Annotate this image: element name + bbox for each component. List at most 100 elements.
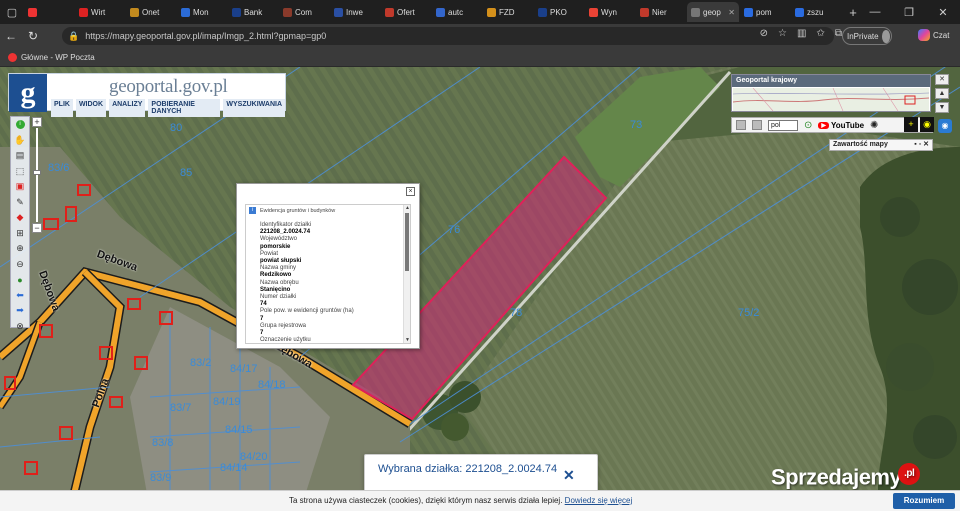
scroll-up-icon[interactable]: ▲ (404, 205, 410, 211)
inprivate-badge[interactable]: InPrivate (842, 27, 892, 45)
overview-map[interactable]: Geoportal krajowy (731, 74, 931, 112)
tab-label: Onet (142, 7, 160, 17)
menu-item[interactable]: ANALIZY (109, 99, 146, 117)
favorites-icon[interactable]: ✩ (816, 28, 824, 39)
tab-label: zszu (807, 7, 824, 17)
select-tool-icon[interactable]: ⬚ (11, 164, 29, 180)
print-area-icon[interactable]: ▣ (11, 179, 29, 195)
parcel-number-label: 83/7 (170, 402, 192, 414)
collections-icon[interactable]: ⧉ (835, 28, 842, 39)
browser-tab[interactable]: Bank (228, 2, 278, 22)
cookie-accept-button[interactable]: Rozumiem (893, 493, 955, 509)
scroll-thumb[interactable] (405, 213, 409, 271)
browser-tab[interactable]: zszu (791, 2, 841, 22)
layers-icon[interactable]: ▤ (11, 148, 29, 164)
toast-close-icon[interactable]: ✕ (563, 467, 575, 484)
tab-favicon-icon (691, 7, 700, 17)
browser-tab[interactable] (24, 2, 74, 22)
overview-collapse-icon[interactable]: ▼ (935, 102, 949, 113)
geoportal-logo-icon[interactable]: g (9, 74, 47, 112)
zoom-plus-button[interactable]: + (32, 117, 42, 127)
close-window-icon[interactable]: ✕ (926, 0, 960, 24)
browser-tab[interactable]: Inwe (330, 2, 380, 22)
print-icon[interactable] (736, 120, 746, 130)
bookmark-wp-poczta[interactable]: Główne - WP Poczta (21, 53, 95, 62)
browser-tab[interactable]: autc (432, 2, 482, 22)
zoom-track[interactable] (33, 128, 41, 222)
zoom-slider[interactable]: + − (32, 117, 42, 235)
scroll-down-icon[interactable]: ▼ (404, 337, 410, 343)
info-icon: i (249, 207, 256, 214)
pan-hand-icon[interactable]: ✋ (11, 133, 29, 149)
refresh-icon[interactable]: ↻ (22, 25, 44, 47)
panel-controls-icon[interactable]: ▪ ▫ ✕ (914, 140, 929, 150)
browser-tab[interactable]: Onet (126, 2, 176, 22)
zoom-minus-button[interactable]: − (32, 223, 42, 233)
back-arrow-icon[interactable]: ⬅ (11, 288, 29, 304)
zoom-out-tool-icon[interactable]: ⊖ (11, 257, 29, 273)
overview-map-image[interactable] (733, 88, 929, 111)
settings-icon[interactable]: ✺ (870, 120, 878, 131)
geoportal-header: g geoportal.gov.pl PLIK WIDOK ANALIZY POBIE… (8, 73, 286, 117)
marker-icon[interactable]: ◆ (11, 210, 29, 226)
overview-close-icon[interactable]: ✕ (935, 74, 949, 85)
zoom-in-tool-icon[interactable]: ⊕ (11, 241, 29, 257)
clear-icon[interactable]: ⊗ (11, 319, 29, 335)
printer-icon[interactable] (752, 120, 762, 130)
preview-eye-icon[interactable]: ◉ (938, 119, 952, 133)
contrast-plus-icon[interactable]: + (904, 117, 918, 132)
parcel-info-popup: × i Ewidencja gruntów i budynków Identyf… (236, 183, 420, 349)
url-text: https://mapy.geoportal.gov.pl/imap/Imgp_… (85, 31, 327, 41)
minimize-icon[interactable]: — (858, 0, 892, 24)
browser-tab[interactable]: Nier (636, 2, 686, 22)
workspaces-icon[interactable]: ▢ (0, 0, 24, 24)
back-icon[interactable]: ← (0, 25, 22, 47)
browser-tab[interactable]: PKO (534, 2, 584, 22)
map-viewport[interactable]: 80 73 76 75/2 78 83/2 84/17 84/18 84/19 84/15 84/1… (0, 67, 960, 511)
browser-tab[interactable]: Wirt (75, 2, 125, 22)
browser-tab[interactable]: Ofert (381, 2, 431, 22)
menu-item[interactable]: POBIERANIE DANYCH (148, 99, 221, 117)
zoom-knob[interactable] (33, 170, 41, 175)
help-icon[interactable]: ⊙ (804, 120, 812, 131)
popup-scrollbar[interactable]: ▲ ▼ (403, 205, 410, 343)
menu-item[interactable]: WYSZUKIWANIA (223, 99, 285, 117)
menu-item[interactable]: WIDOK (75, 99, 107, 117)
tab-close-icon[interactable]: ✕ (728, 8, 735, 17)
favorite-star-icon[interactable]: ☆ (778, 28, 787, 39)
measure-icon[interactable]: ✎ (11, 195, 29, 211)
field-label: Pole pow. w ewidencji gruntów (ha) (260, 308, 354, 315)
forward-arrow-icon[interactable]: ➡ (11, 303, 29, 319)
split-screen-icon[interactable]: ▥ (797, 28, 806, 39)
tab-favicon-icon (79, 7, 88, 17)
tab-favicon-icon (28, 7, 37, 17)
overview-expand-icon[interactable]: ▲ (935, 88, 949, 99)
tab-label: Bank (244, 7, 263, 17)
menu-item[interactable]: PLIK (51, 99, 73, 117)
ruler-icon[interactable]: ⊞ (11, 226, 29, 242)
browser-tab[interactable]: Wyn (585, 2, 635, 22)
url-field[interactable]: 🔒 https://mapy.geoportal.gov.pl/imap/Img… (62, 27, 834, 45)
parcel-number-label: 84/19 (213, 396, 241, 408)
map-contents-panel[interactable]: Zawartość mapy ▪ ▫ ✕ (829, 139, 933, 151)
info-tool-icon[interactable]: i (11, 117, 29, 133)
popup-content[interactable]: i Ewidencja gruntów i budynków Identyfik… (245, 204, 411, 344)
bookmarks-bar: Główne - WP Poczta (0, 48, 960, 67)
maximize-icon[interactable]: ❐ (892, 0, 926, 24)
browser-tab[interactable]: FZD (483, 2, 533, 22)
language-select[interactable]: pol (768, 119, 798, 131)
youtube-link[interactable]: ▶ YouTube (818, 121, 864, 130)
cookie-more-link[interactable]: Dowiedz się więcej (565, 496, 633, 505)
parcel-number-label: 84/18 (258, 379, 286, 391)
cookie-bar: Ta strona używa ciasteczek (cookies), dz… (0, 490, 960, 511)
browser-tab[interactable]: Com (279, 2, 329, 22)
tracking-icon[interactable]: ⊘ (760, 28, 768, 39)
copilot-button[interactable]: Czat (918, 29, 949, 41)
browser-tab[interactable]: geop ✕ (687, 2, 739, 22)
address-actions: ⊘ ☆ ▥ ✩ ⧉ (760, 28, 842, 39)
browser-tab[interactable]: Mon (177, 2, 227, 22)
browser-tab[interactable]: pom (740, 2, 790, 22)
popup-close-icon[interactable]: × (406, 187, 415, 196)
eye-icon[interactable]: ◉ (920, 117, 934, 132)
globe-icon[interactable]: ● (11, 272, 29, 288)
